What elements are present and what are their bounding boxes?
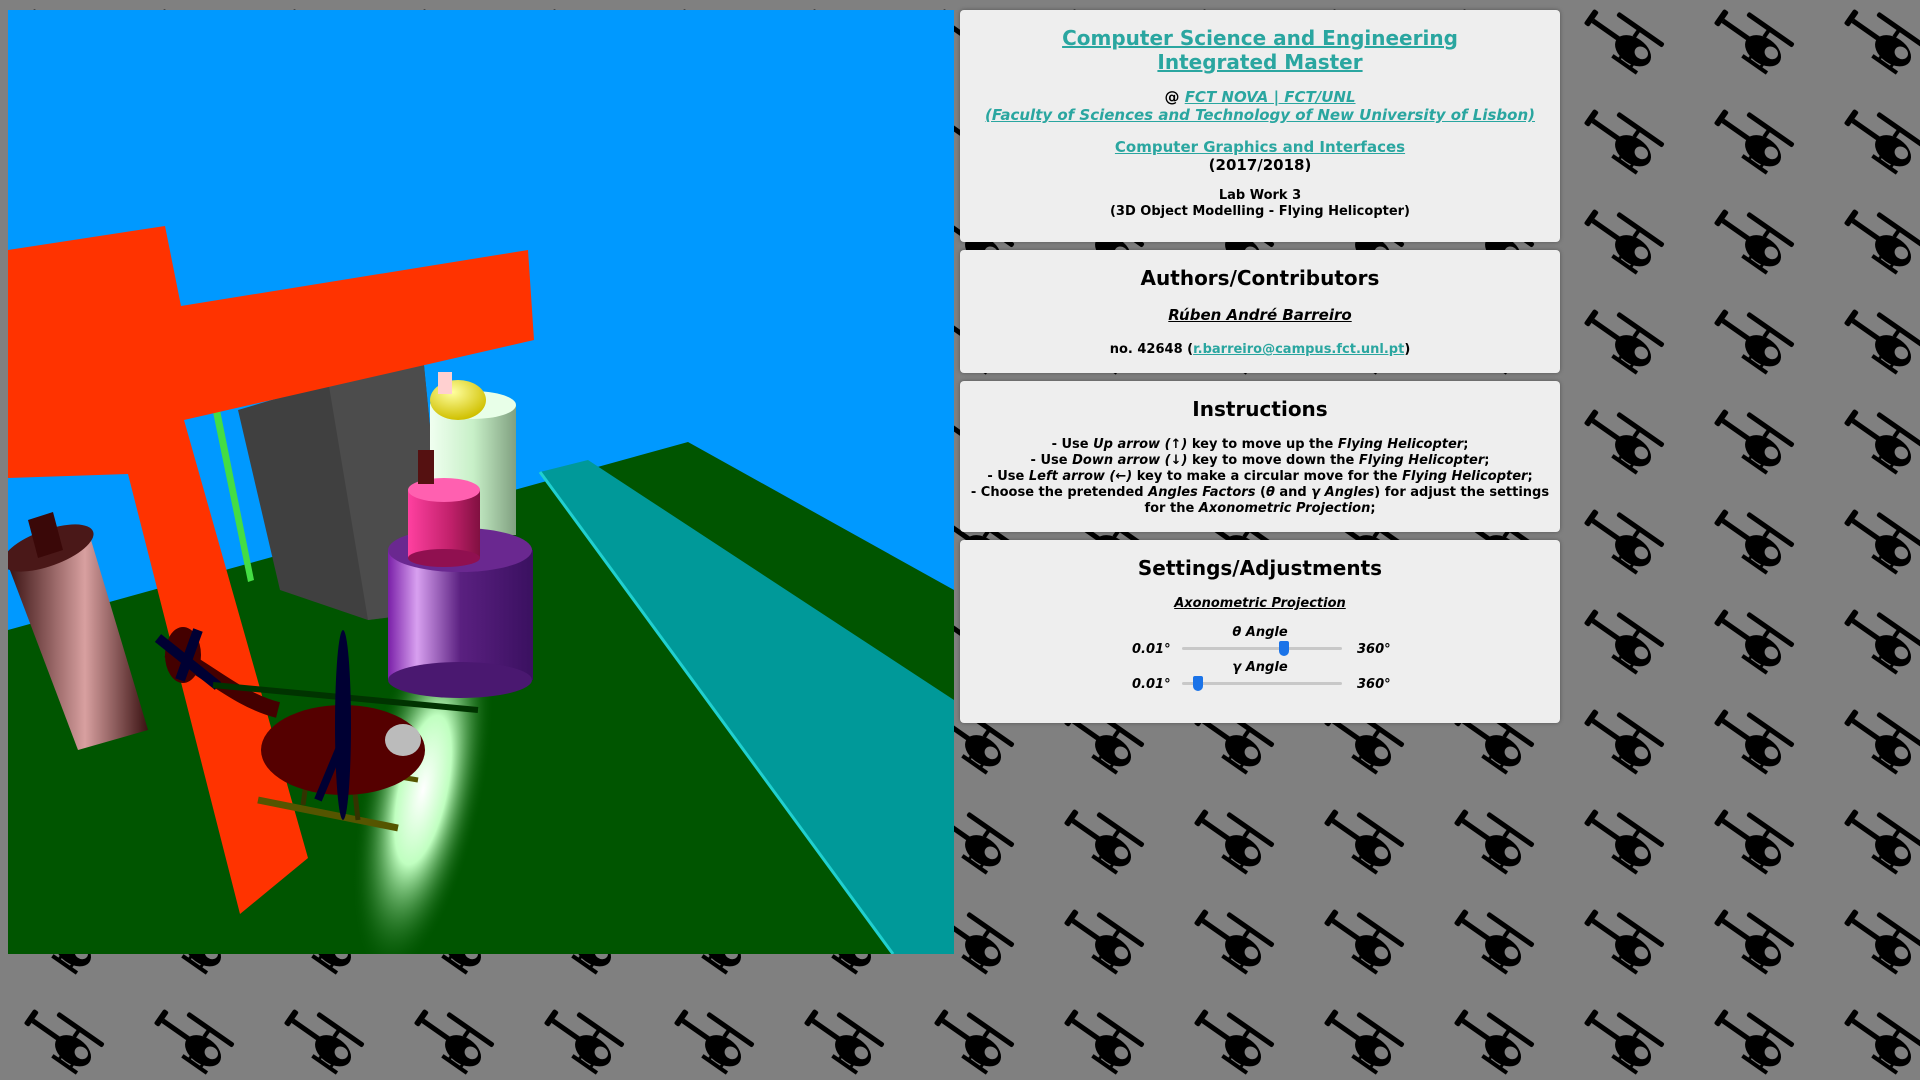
lab-block: Lab Work 3 (3D Object Modelling - Flying… — [960, 188, 1560, 220]
instruction-item: - Use Down arrow (↓) key to move down th… — [1030, 453, 1490, 468]
gamma-slider-row: 0.01° 360° — [960, 675, 1560, 693]
gamma-slider[interactable] — [1182, 676, 1342, 691]
subject-link[interactable]: Computer Graphics and Interfaces — [1115, 138, 1405, 156]
gamma-min-label: 0.01° — [1132, 677, 1171, 692]
course-info-panel: Computer Science and Engineering Integrat… — [960, 10, 1560, 242]
course-title: Computer Science and Engineering Integrat… — [960, 26, 1560, 74]
gamma-angle-label: γ Angle — [1232, 660, 1288, 675]
instruction-item: - Use Up arrow (↑) key to move up the Fl… — [1051, 437, 1469, 452]
theta-slider-thumb[interactable] — [1279, 641, 1290, 656]
author-number-suffix: ) — [1404, 342, 1411, 357]
subject-block: Computer Graphics and Interfaces (2017/2… — [960, 138, 1560, 174]
authors-heading: Authors/Contributors — [1140, 266, 1380, 290]
theta-min-label: 0.01° — [1132, 642, 1171, 657]
projection-label: Axonometric Projection — [1174, 596, 1346, 611]
gamma-max-label: 360° — [1357, 677, 1391, 692]
institution-short-link[interactable]: FCT NOVA | FCT/UNL — [1185, 88, 1356, 106]
theta-max-label: 360° — [1357, 642, 1391, 657]
academic-year: (2017/2018) — [1208, 156, 1312, 174]
authors-panel: Authors/Contributors Rúben André Barreir… — [960, 250, 1560, 373]
instruction-item: - Use Left arrow (←) key to make a circu… — [987, 469, 1533, 484]
instructions-heading: Instructions — [1192, 397, 1328, 421]
institution-full-link[interactable]: (Faculty of Sciences and Technology of N… — [985, 106, 1535, 124]
author-number: no. 42648 (r.barreiro@campus.fct.unl.pt) — [960, 342, 1560, 357]
course-title-link[interactable]: Computer Science and Engineering Integrat… — [1062, 26, 1458, 74]
theta-angle-label: θ Angle — [1232, 625, 1288, 640]
lab-title: Lab Work 3 — [1218, 188, 1302, 203]
institution-block: @ FCT NOVA | FCT/UNL (Faculty of Science… — [960, 88, 1560, 124]
settings-heading: Settings/Adjustments — [1137, 556, 1383, 580]
author-name: Rúben André Barreiro — [1168, 306, 1352, 324]
course-title-line1: Computer Science and Engineering — [1062, 26, 1458, 50]
instruction-item: - Choose the pretended Angles Factors (θ… — [970, 485, 1550, 516]
theta-slider[interactable] — [1182, 641, 1342, 656]
at-sign: @ — [1164, 88, 1180, 106]
instructions-list: - Use Up arrow (↑) key to move up the Fl… — [960, 437, 1560, 517]
instructions-panel: Instructions - Use Up arrow (↑) key to m… — [960, 381, 1560, 532]
course-title-line2: Integrated Master — [1157, 50, 1363, 74]
author-number-prefix: no. 42648 ( — [1109, 342, 1194, 357]
theta-slider-row: 0.01° 360° — [960, 640, 1560, 658]
helicopter-3d-scene-canvas[interactable] — [8, 10, 954, 954]
author-email-link[interactable]: r.barreiro@campus.fct.unl.pt — [1193, 342, 1404, 357]
lab-subtitle: (3D Object Modelling - Flying Helicopter… — [1109, 204, 1411, 219]
gamma-slider-thumb[interactable] — [1192, 676, 1203, 691]
settings-panel: Settings/Adjustments Axonometric Project… — [960, 540, 1560, 723]
